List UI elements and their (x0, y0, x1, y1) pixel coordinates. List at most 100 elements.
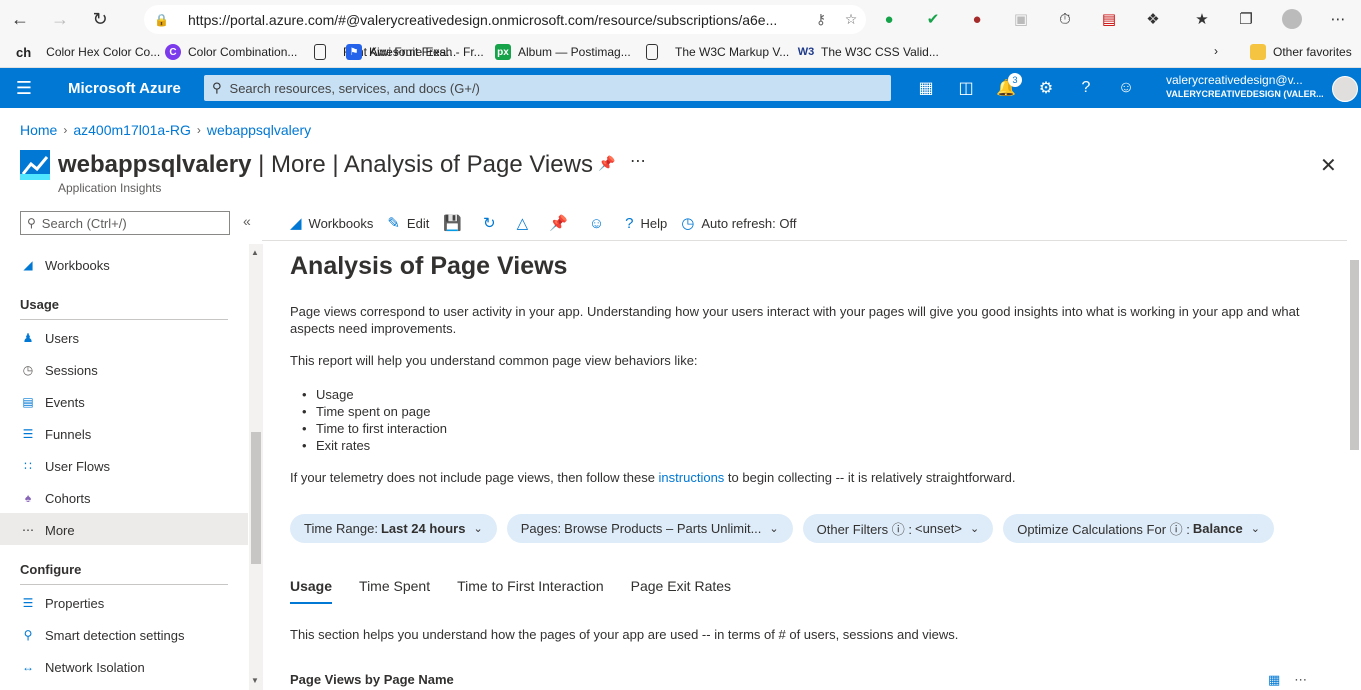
bookmark-item[interactable]: W3 The W3C CSS Valid... (798, 44, 939, 60)
scroll-up-icon[interactable]: ▲ (251, 248, 259, 257)
extensions-puzzle-icon[interactable]: ❖ (1141, 8, 1165, 30)
picker-extension-icon[interactable]: ▤ (1097, 8, 1121, 30)
address-bar[interactable]: 🔒 https://portal.azure.com/#@valerycreat… (144, 5, 866, 34)
optimize-calculations-filter[interactable]: Optimize Calculations For ⓘ : Balance ⌄ (1003, 514, 1274, 543)
content-scrollbar[interactable] (1348, 244, 1361, 690)
instructions-link[interactable]: instructions (659, 470, 725, 485)
page-icon (646, 44, 658, 60)
notification-count: 3 (1008, 73, 1022, 87)
sidebar-item-users[interactable]: ♟ Users (20, 328, 79, 348)
sidebar-item-sessions[interactable]: ◷ Sessions (20, 360, 98, 380)
sidebar-item-events[interactable]: ▤ Events (20, 392, 84, 412)
edit-button[interactable]: ✎ Edit (387, 214, 429, 232)
sidebar-item-cohorts[interactable]: ♠ Cohorts (20, 488, 91, 508)
section-description: This section helps you understand how th… (290, 627, 959, 642)
brand[interactable]: Microsoft Azure (68, 80, 181, 97)
bookmark-item[interactable]: ⚑ Kiwi Fruit Fresh - Fr... (346, 44, 484, 60)
tab-usage[interactable]: Usage (290, 578, 333, 604)
auto-refresh-button[interactable]: ◷ Auto refresh: Off (681, 214, 796, 232)
bookmarks-overflow-chevron-icon[interactable]: › (1214, 44, 1218, 58)
pages-filter[interactable]: Pages: Browse Products – Parts Unlimit..… (506, 514, 793, 543)
bookmark-folder[interactable]: Other favorites (1250, 44, 1352, 60)
bookmark-item[interactable]: C Color Combination... (165, 44, 297, 60)
query-icon[interactable]: ▦ (1268, 672, 1280, 688)
directory-filter-icon[interactable]: ◫ (946, 68, 986, 108)
more-options-icon[interactable]: ⋯ (630, 151, 646, 171)
back-icon[interactable]: ← (0, 0, 40, 38)
workbooks-icon: ◢ (23, 258, 33, 272)
sidebar-item-network-isolation[interactable]: ↔ Network Isolation (20, 657, 145, 677)
cloud-shell-icon[interactable]: ▦ (906, 68, 946, 108)
favorites-icon[interactable]: ★ (1190, 8, 1214, 30)
account-menu[interactable]: valerycreativedesign@v... VALERYCREATIVE… (1166, 73, 1326, 99)
bookmark-item[interactable]: The W3C Markup V... (646, 44, 789, 60)
sidebar-search-input[interactable]: ⚲ Search (Ctrl+/) (20, 211, 230, 235)
section-header: Page Views by Page Name (290, 672, 454, 687)
pin-icon[interactable]: 📌 (598, 155, 615, 172)
content-title: Analysis of Page Views (290, 252, 568, 280)
cohorts-icon: ♠ (24, 491, 32, 505)
divider (20, 584, 228, 585)
sidebar-item-workbooks[interactable]: ◢ Workbooks (20, 255, 109, 275)
behaviors-list: Usage Time spent on page Time to first i… (302, 386, 447, 454)
feedback-button[interactable]: ☺ (589, 215, 611, 232)
forward-icon[interactable]: → (40, 0, 80, 38)
tab-time-spent[interactable]: Time Spent (359, 578, 430, 604)
tomato-extension-icon[interactable]: ● (965, 8, 989, 30)
telemetry-text: If your telemetry does not include page … (290, 470, 1016, 485)
settings-gear-icon[interactable]: ⚙ (1026, 68, 1066, 108)
check-extension-icon[interactable]: ✔ (921, 8, 945, 30)
feedback-icon[interactable]: ☺ (1106, 68, 1146, 108)
breadcrumb-resource[interactable]: webappsqlvalery (207, 122, 311, 138)
refresh-icon[interactable]: ↻ (80, 0, 120, 38)
menu-hamburger-icon[interactable]: ☰ (0, 78, 48, 99)
help-icon[interactable]: ? (1066, 68, 1106, 108)
profile-icon[interactable] (1280, 8, 1304, 30)
collapse-sidebar-icon[interactable]: « (243, 213, 251, 229)
share-button[interactable]: △ (517, 214, 536, 232)
sidebar: ◢ Workbooks Usage ♟ Users ◷ Sessions ▤ E… (0, 246, 248, 690)
time-range-filter[interactable]: Time Range: Last 24 hours ⌄ (290, 514, 497, 543)
other-filters-filter[interactable]: Other Filters ⓘ : <unset> ⌄ (802, 514, 994, 543)
lock-icon: 🔒 (154, 12, 169, 27)
sidebar-item-user-flows[interactable]: ∷ User Flows (20, 456, 110, 476)
sidebar-section-configure: Configure (20, 562, 82, 577)
settings-menu-icon[interactable]: ⋯ (1326, 8, 1350, 30)
bookmark-item[interactable]: px Album — Postimag... (495, 44, 631, 60)
help-button[interactable]: ? Help (625, 215, 667, 232)
key-icon[interactable]: ⚷ (806, 11, 836, 28)
sidebar-item-funnels[interactable]: ☰ Funnels (20, 424, 92, 444)
page-title: webappsqlvalery | More | Analysis of Pag… (58, 151, 593, 178)
toolbar-divider (262, 240, 1347, 241)
bookmark-item[interactable]: ch Color Hex Color Co... (16, 44, 160, 60)
workbooks-button[interactable]: ◢ Workbooks (290, 214, 373, 232)
global-search-input[interactable]: ⚲ Search resources, services, and docs (… (204, 75, 891, 101)
notifications-icon[interactable]: 🔔 3 (986, 68, 1026, 108)
save-button[interactable]: 💾 (443, 214, 469, 232)
grammarly-extension-icon[interactable]: ● (877, 8, 901, 30)
refresh-button[interactable]: ↻ (483, 214, 503, 232)
user-flows-icon: ∷ (24, 459, 32, 473)
tab-page-exit-rates[interactable]: Page Exit Rates (631, 578, 731, 604)
extension-icon[interactable]: ▣ (1009, 8, 1033, 30)
avatar[interactable] (1332, 76, 1358, 102)
list-item: Time to first interaction (302, 420, 447, 437)
history-extension-icon[interactable]: ⏱ (1053, 8, 1077, 30)
scrollbar-thumb[interactable] (251, 432, 261, 564)
breadcrumb-resource-group[interactable]: az400m17l01a-RG (73, 122, 191, 138)
close-icon[interactable]: ✕ (1320, 153, 1337, 178)
sidebar-item-smart-detection[interactable]: ⚲ Smart detection settings (20, 625, 185, 645)
tab-time-to-first-interaction[interactable]: Time to First Interaction (457, 578, 604, 604)
sidebar-item-properties[interactable]: ☰ Properties (20, 593, 105, 613)
more-options-icon[interactable]: ⋯ (1294, 672, 1307, 688)
sidebar-item-more[interactable]: ⋯ More (20, 520, 75, 540)
add-favorite-icon[interactable]: ☆ (836, 11, 866, 28)
sidebar-scrollbar[interactable]: ▲ ▼ (249, 244, 263, 690)
azure-header: ☰ Microsoft Azure ⚲ Search resources, se… (0, 68, 1361, 108)
breadcrumb-home[interactable]: Home (20, 122, 57, 138)
list-item: Time spent on page (302, 403, 447, 420)
scrollbar-thumb[interactable] (1350, 260, 1359, 450)
pin-button[interactable]: 📌 (549, 214, 575, 232)
collections-icon[interactable]: ❐ (1234, 8, 1258, 30)
scroll-down-icon[interactable]: ▼ (251, 676, 259, 685)
